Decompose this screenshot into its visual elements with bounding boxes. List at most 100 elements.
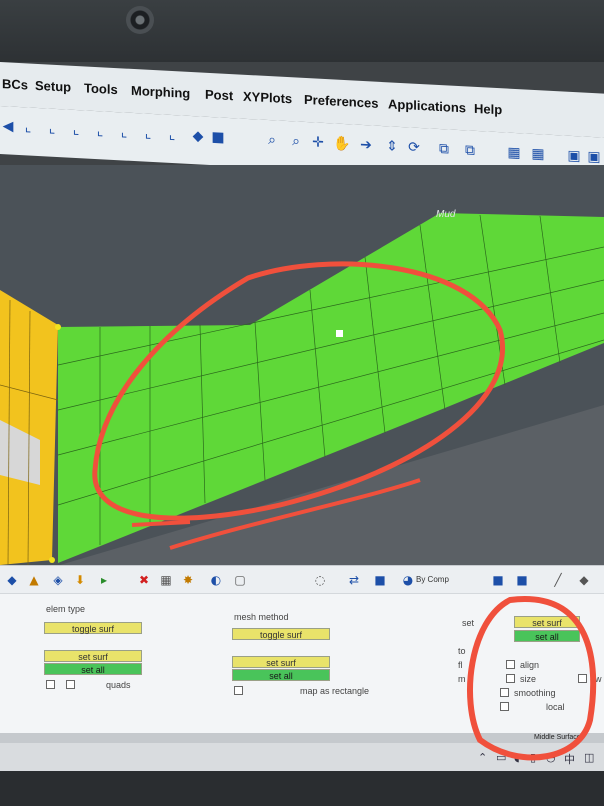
component-icon[interactable]: ◆ — [4, 572, 20, 588]
grid-icon[interactable]: ▦ — [506, 145, 522, 162]
iso-view-icon[interactable]: ◆ — [190, 128, 206, 145]
toggle-surf-button[interactable]: toggle surf — [232, 628, 330, 640]
mesh-node — [55, 324, 61, 330]
fl-label: fl — [458, 660, 463, 670]
pan-icon[interactable]: ✛ — [310, 134, 326, 151]
visibility-icon[interactable]: ◌ — [312, 572, 328, 588]
tray-chevron-icon[interactable]: ⌃ — [478, 751, 487, 764]
m-label: m — [458, 674, 466, 684]
to-label: to — [458, 646, 466, 656]
skew-checkbox[interactable] — [578, 674, 587, 683]
axis-view-icon[interactable]: ⌞ — [68, 122, 84, 139]
save-icon[interactable]: ▣ — [566, 148, 582, 165]
menu-morphing[interactable]: Morphing — [131, 83, 190, 101]
set-all-button[interactable]: set all — [232, 669, 330, 681]
arrows-icon[interactable]: ⇄ — [346, 572, 362, 588]
volume-icon[interactable]: ◖ — [514, 751, 520, 764]
graphics-viewport[interactable]: Mud — [0, 165, 604, 565]
grid-icon[interactable]: ▦ — [530, 146, 546, 163]
toggle-surf-button[interactable]: toggle surf — [44, 622, 142, 634]
mesh-method-label: mesh method — [234, 612, 289, 622]
palette-icon[interactable]: ◕ — [400, 572, 416, 588]
axis-view-icon[interactable]: ⌞ — [92, 123, 108, 140]
local-checkbox[interactable] — [500, 702, 509, 711]
local-label: local — [546, 702, 565, 712]
menu-post[interactable]: Post — [205, 87, 233, 103]
starburst-icon[interactable]: ✸ — [180, 572, 196, 588]
set-label: set — [462, 618, 475, 628]
axis-view-icon[interactable]: ⌞ — [20, 119, 36, 136]
dropdown-arrow-icon[interactable] — [234, 686, 243, 695]
set-surf-button[interactable]: set surf — [514, 616, 580, 628]
menu-setup[interactable]: Setup — [35, 78, 71, 95]
wifi-icon[interactable]: ◔ — [546, 751, 556, 764]
menu-bcs[interactable]: BCs — [2, 76, 28, 92]
skew-label: ew — [590, 674, 602, 684]
dropdown-arrow-icon[interactable] — [46, 680, 55, 689]
cube-icon[interactable]: ■ — [372, 572, 388, 588]
menu-applications[interactable]: Applications — [388, 96, 466, 115]
cube-icon[interactable]: ■ — [490, 572, 506, 588]
notification-icon[interactable]: ◫ — [584, 751, 594, 764]
select-icon[interactable]: ▸ — [96, 572, 112, 588]
panel-toolbar: ◆ ▲ ◈ ⬇ ▸ ✖ ▦ ✸ ◐ ▢ ◌ ⇄ ■ ◕ By Comp ■ ■ … — [0, 565, 604, 594]
layers-icon[interactable]: ◈ — [50, 572, 66, 588]
set-all-button[interactable]: set all — [514, 630, 580, 642]
status-text: Middle Surface — [534, 734, 581, 741]
spin-icon[interactable]: ⇕ — [384, 138, 400, 155]
menu-xyplots[interactable]: XYPlots — [243, 89, 292, 107]
elem-type-label: elem type — [46, 604, 86, 614]
mesh-node — [49, 557, 55, 563]
size-checkbox[interactable] — [506, 674, 515, 683]
map-as-rectangle-label[interactable]: map as rectangle — [300, 686, 369, 696]
zoom-icon[interactable]: ⌕ — [288, 133, 304, 150]
cursor-marker — [336, 330, 343, 337]
set-surf-button[interactable]: set surf — [44, 650, 142, 662]
line-icon[interactable]: ╱ — [550, 572, 566, 588]
shaded-icon[interactable]: ◐ — [208, 572, 224, 588]
mesh-icon[interactable]: ▦ — [158, 572, 174, 588]
delete-icon[interactable]: ✖ — [136, 572, 152, 588]
taskbar: Middle Surface ⌃ ▭ ◖ ▯ ◔ 中 ◫ — [0, 733, 604, 771]
axis-view-icon[interactable]: ⌞ — [164, 127, 180, 144]
arrow-left-icon[interactable]: ◀ — [0, 118, 16, 135]
align-label: align — [520, 660, 540, 670]
set-all-button[interactable]: set all — [44, 663, 142, 675]
set-surf-button[interactable]: set surf — [232, 656, 330, 668]
network-icon[interactable]: ▭ — [496, 751, 506, 764]
automesh-panel: elem type toggle surf set surf set all q… — [0, 593, 604, 734]
model-label: Mud — [436, 209, 456, 220]
rotate-icon[interactable]: ✋ — [333, 135, 350, 152]
paste-icon[interactable]: ⧉ — [462, 142, 478, 159]
monitor-bezel-top — [0, 0, 604, 62]
copy-icon[interactable]: ⧉ — [436, 141, 452, 158]
axis-view-icon[interactable]: ⌞ — [44, 120, 60, 137]
size-label: size — [520, 674, 537, 684]
menu-help[interactable]: Help — [474, 101, 502, 117]
fit-icon[interactable]: ⟳ — [406, 139, 422, 156]
menu-preferences[interactable]: Preferences — [304, 92, 378, 111]
display-mode-label[interactable]: By Comp — [416, 575, 449, 584]
quads-checkbox[interactable] — [66, 680, 75, 689]
cube-icon[interactable]: ■ — [514, 572, 530, 588]
smoothing-checkbox[interactable] — [500, 688, 509, 697]
wireframe-icon[interactable]: ▢ — [232, 572, 248, 588]
monitor-bezel-bottom — [0, 771, 604, 806]
assembly-icon[interactable]: ▲ — [26, 572, 42, 588]
move-icon[interactable]: ➔ — [358, 137, 374, 154]
status-strip: Middle Surface — [0, 733, 604, 743]
align-checkbox[interactable] — [506, 660, 515, 669]
smoothing-label: smoothing — [514, 688, 556, 698]
quads-label: quads — [106, 680, 131, 690]
language-indicator[interactable]: 中 — [564, 751, 575, 767]
menu-tools[interactable]: Tools — [84, 80, 118, 97]
webcam — [126, 6, 154, 34]
zoom-window-icon[interactable]: ⌕ — [264, 132, 280, 149]
battery-icon[interactable]: ▯ — [530, 751, 536, 764]
load-icon[interactable]: ⬇ — [72, 572, 88, 588]
axis-view-icon[interactable]: ⌞ — [116, 124, 132, 141]
shape-icon[interactable]: ◆ — [576, 572, 592, 588]
save-icon[interactable]: ▣ — [586, 149, 602, 166]
cube-icon[interactable]: ■ — [210, 129, 226, 146]
axis-view-icon[interactable]: ⌞ — [140, 125, 156, 142]
